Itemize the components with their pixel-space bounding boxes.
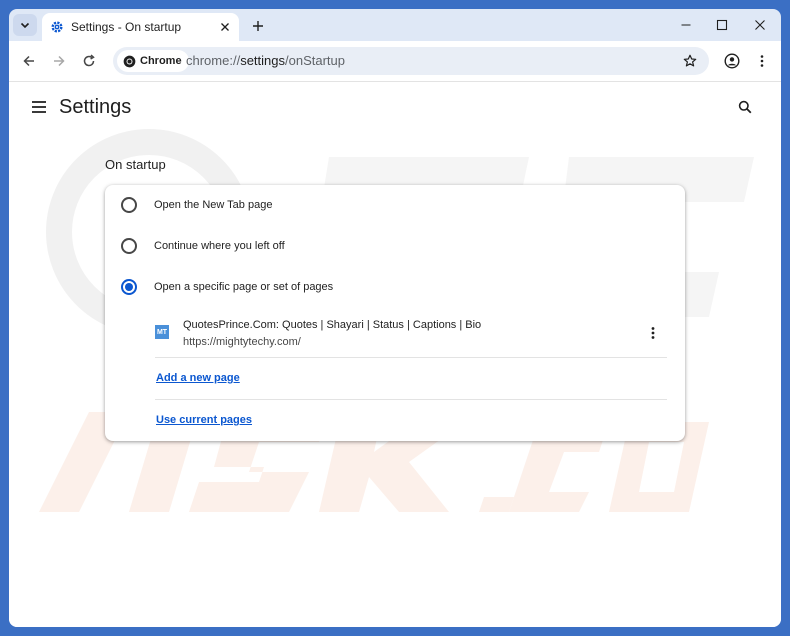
page-title: Settings	[59, 96, 132, 118]
settings-gear-icon	[50, 20, 64, 34]
profile-button[interactable]	[722, 51, 742, 71]
option-label: Continue where you left off	[154, 240, 285, 252]
settings-page: Settings On startup Open the New Tab pag…	[9, 81, 781, 627]
radio-button-unchecked[interactable]	[121, 238, 137, 254]
radio-button-checked[interactable]	[121, 279, 137, 295]
divider	[155, 399, 667, 400]
chevron-down-icon	[20, 22, 30, 29]
title-bar: Settings - On startup	[9, 9, 781, 41]
startup-page-title: QuotesPrince.Com: Quotes | Shayari | Sta…	[183, 319, 482, 331]
option-label: Open the New Tab page	[154, 199, 273, 211]
tab-title: Settings - On startup	[71, 20, 182, 34]
arrow-left-icon	[23, 55, 34, 67]
more-vertical-icon	[760, 55, 764, 67]
use-current-pages-link[interactable]: Use current pages	[156, 414, 252, 426]
close-tab-icon[interactable]	[217, 19, 233, 35]
section-title: On startup	[105, 157, 166, 172]
arrow-right-icon	[54, 55, 65, 67]
search-settings-button[interactable]	[735, 97, 755, 117]
add-new-page-link[interactable]: Add a new page	[156, 372, 240, 384]
startup-page-more-button[interactable]	[643, 323, 663, 343]
hamburger-menu-icon	[32, 101, 46, 113]
startup-page-url: https://mightytechy.com/	[183, 336, 301, 348]
on-startup-card: Open the New Tab page Continue where you…	[105, 185, 685, 441]
browser-window: Settings - On startup Chrome chrome://se…	[9, 9, 781, 627]
maximize-button[interactable]	[710, 15, 734, 35]
more-vertical-icon	[651, 327, 655, 339]
chip-label: Chrome	[140, 55, 182, 67]
search-icon	[738, 100, 752, 114]
site-favicon: MT	[155, 325, 169, 339]
radio-button-unchecked[interactable]	[121, 197, 137, 213]
option-specific-pages[interactable]: Open a specific page or set of pages	[121, 275, 333, 299]
plus-icon	[253, 21, 263, 31]
divider	[155, 357, 667, 358]
browser-toolbar: Chrome chrome://settings/onStartup	[9, 41, 781, 81]
option-label: Open a specific page or set of pages	[154, 281, 334, 293]
close-icon	[755, 20, 765, 30]
active-tab[interactable]: Settings - On startup	[42, 13, 239, 41]
reload-button[interactable]	[79, 51, 99, 71]
address-bar[interactable]: Chrome chrome://settings/onStartup	[113, 47, 709, 75]
minimize-button[interactable]	[674, 15, 698, 35]
url-text: chrome://settings/onStartup	[186, 53, 345, 68]
bookmark-star-button[interactable]	[681, 52, 699, 70]
chrome-logo-icon	[123, 55, 136, 67]
url-scheme: chrome://	[186, 53, 241, 68]
minimize-icon	[681, 24, 691, 26]
url-host: settings	[240, 53, 285, 68]
tab-search-button[interactable]	[13, 14, 37, 36]
option-new-tab[interactable]: Open the New Tab page	[121, 193, 272, 217]
maximize-icon	[716, 19, 728, 31]
site-info-chip[interactable]: Chrome	[117, 50, 189, 72]
startup-page-entry: MT QuotesPrince.Com: Quotes | Shayari | …	[155, 317, 667, 357]
menu-button[interactable]	[29, 97, 49, 117]
forward-button[interactable]	[49, 51, 69, 71]
star-icon	[683, 54, 697, 67]
option-continue[interactable]: Continue where you left off	[121, 234, 285, 258]
url-path: /onStartup	[285, 53, 345, 68]
close-window-button[interactable]	[748, 15, 772, 35]
browser-menu-button[interactable]	[752, 51, 772, 71]
reload-icon	[83, 54, 95, 67]
back-button[interactable]	[19, 51, 39, 71]
new-tab-button[interactable]	[249, 17, 267, 35]
profile-avatar-icon	[724, 53, 740, 69]
